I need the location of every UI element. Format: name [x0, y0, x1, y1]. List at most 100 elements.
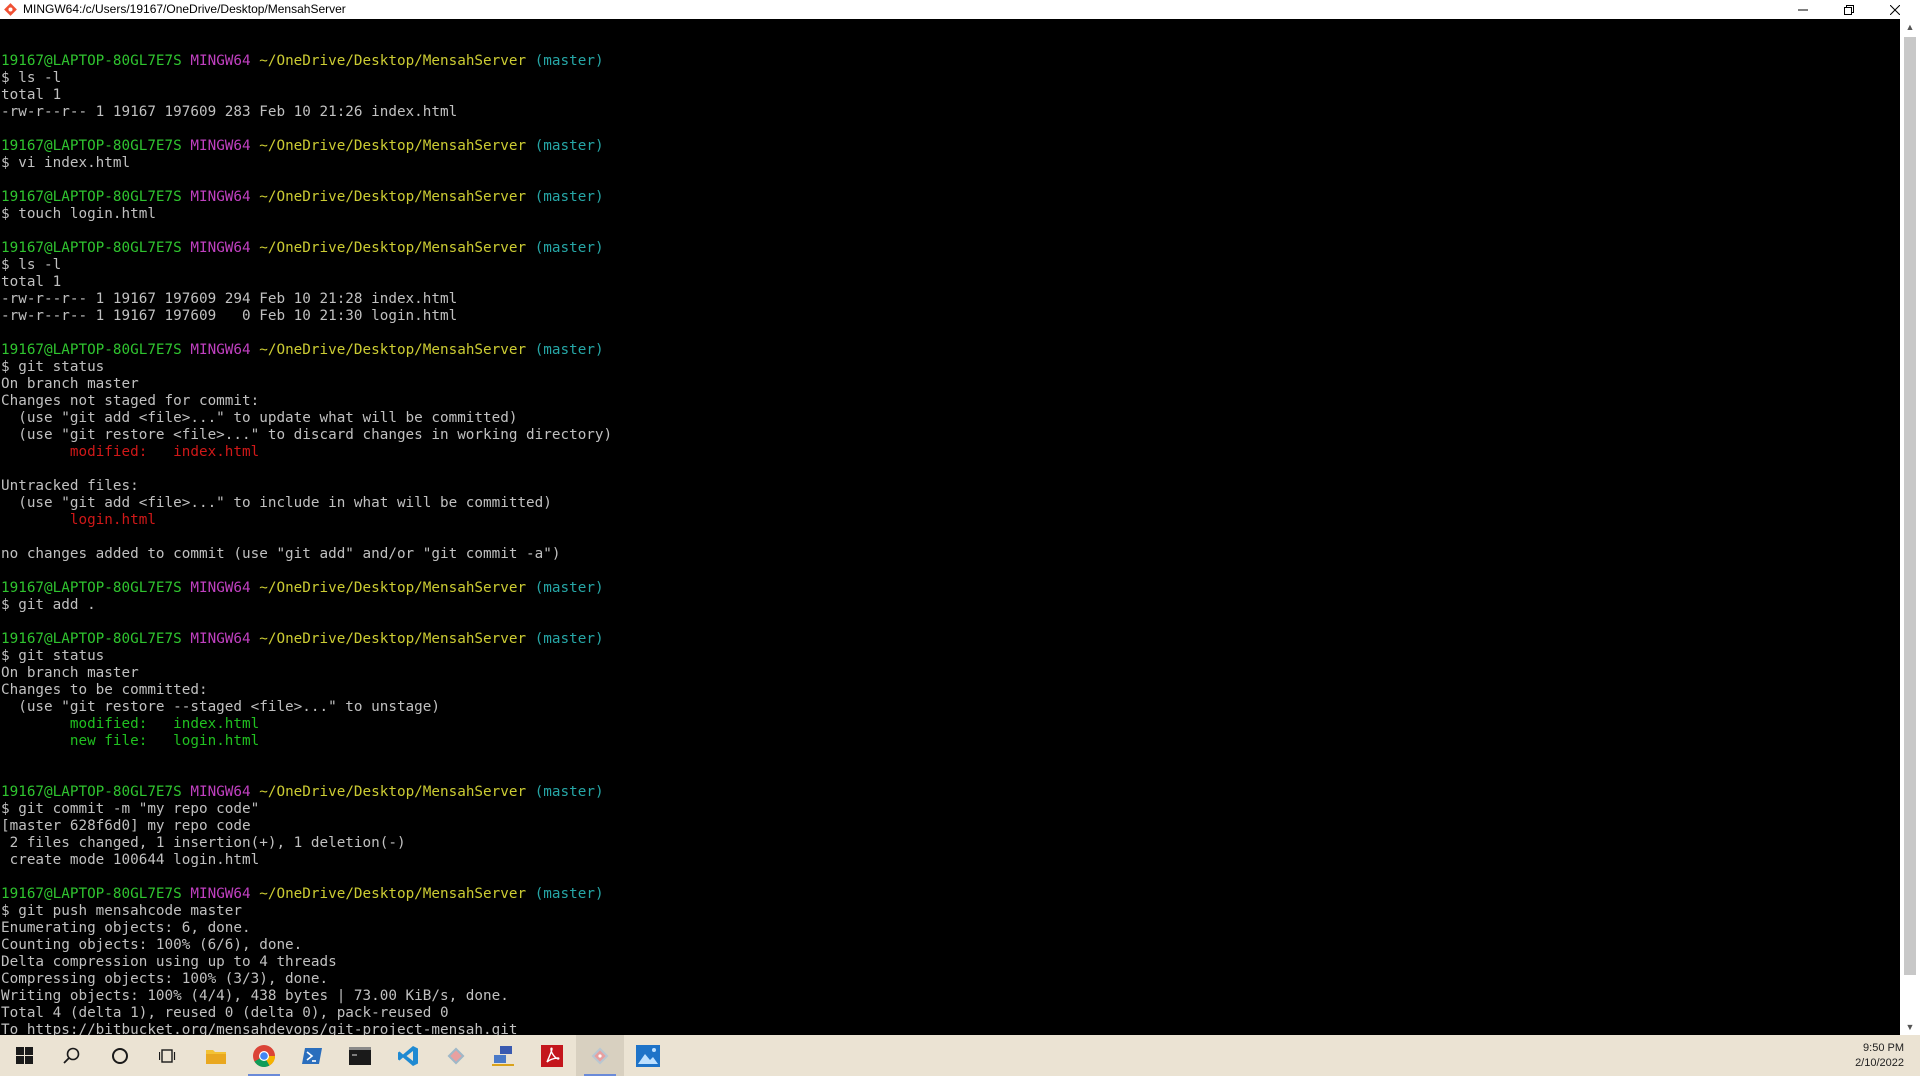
terminal-text: modified: index.html	[69, 716, 260, 732]
file-explorer-button[interactable]	[192, 1035, 240, 1076]
acrobat-button[interactable]	[528, 1035, 576, 1076]
close-icon	[1890, 4, 1900, 15]
scroll-down-icon[interactable]: ▼	[1900, 1019, 1920, 1035]
terminal-text: Changes to be committed:	[1, 682, 208, 698]
terminal-line: $ git push mensahcode master	[1, 903, 612, 920]
terminal-text: 19167@LAPTOP-80GL7E7S	[1, 342, 182, 358]
folder-icon	[206, 1049, 226, 1064]
git-gui-button[interactable]	[432, 1035, 480, 1076]
terminal-line: Untracked files:	[1, 478, 612, 495]
terminal-button[interactable]	[336, 1035, 384, 1076]
taskbar: 9:50 PM 2/10/2022	[0, 1035, 1920, 1076]
terminal-line: $ vi index.html	[1, 155, 612, 172]
powershell-button[interactable]	[288, 1035, 336, 1076]
terminal-text: -rw-r--r-- 1 19167 197609 0 Feb 10 21:30…	[1, 308, 458, 324]
scroll-up-icon[interactable]: ▲	[1900, 19, 1920, 35]
terminal-line: Counting objects: 100% (6/6), done.	[1, 937, 612, 954]
cortana-circle-icon	[112, 1047, 128, 1064]
terminal-line: create mode 100644 login.html	[1, 852, 612, 869]
terminal-text: 19167@LAPTOP-80GL7E7S	[1, 138, 182, 154]
terminal-line: 19167@LAPTOP-80GL7E7S MINGW64 ~/OneDrive…	[1, 886, 612, 903]
search-button[interactable]	[48, 1035, 96, 1076]
terminal-text: Enumerating objects: 6, done.	[1, 920, 251, 936]
scroll-thumb[interactable]	[1904, 37, 1916, 975]
terminal-line: [master 628f6d0] my repo code	[1, 818, 612, 835]
terminal-line: 19167@LAPTOP-80GL7E7S MINGW64 ~/OneDrive…	[1, 631, 612, 648]
photos-button[interactable]	[624, 1035, 672, 1076]
clock-time: 9:50 PM	[1863, 1042, 1904, 1054]
terminal-line: total 1	[1, 87, 612, 104]
minimize-button[interactable]	[1780, 0, 1826, 19]
terminal-text: ~/OneDrive/Desktop/MensahServer	[259, 580, 527, 596]
terminal-text: (use "git add <file>..." to update what …	[1, 410, 518, 426]
task-view-icon	[159, 1048, 176, 1063]
vertical-scrollbar[interactable]: ▲ ▼	[1900, 19, 1920, 1035]
terminal-text: (master)	[534, 53, 604, 69]
terminal-line: -rw-r--r-- 1 19167 197609 0 Feb 10 21:30…	[1, 308, 612, 325]
clock-date: 2/10/2022	[1855, 1057, 1904, 1069]
network-app-button[interactable]	[480, 1035, 528, 1076]
terminal-text: new file: login.html	[69, 733, 260, 749]
terminal-text: (use "git restore <file>..." to discard …	[1, 427, 613, 443]
restore-button[interactable]	[1826, 0, 1872, 19]
system-clock[interactable]: 9:50 PM 2/10/2022	[1855, 1041, 1904, 1071]
chrome-button[interactable]	[240, 1035, 288, 1076]
terminal-text: [master 628f6d0] my repo code	[1, 818, 251, 834]
restore-icon	[1844, 4, 1854, 15]
terminal-line: (use "git add <file>..." to update what …	[1, 410, 612, 427]
terminal-text: ~/OneDrive/Desktop/MensahServer	[259, 138, 527, 154]
terminal-text: (master)	[534, 580, 604, 596]
start-button[interactable]	[0, 1035, 48, 1076]
git-bash-app-icon	[4, 3, 17, 16]
terminal-text: $ ls -l	[1, 257, 62, 273]
vscode-button[interactable]	[384, 1035, 432, 1076]
terminal-text: (master)	[534, 342, 604, 358]
terminal-text: $ touch login.html	[1, 206, 156, 222]
git-bash-button[interactable]	[576, 1035, 624, 1076]
terminal-text: MINGW64	[190, 189, 251, 205]
terminal-text: (use "git add <file>..." to include in w…	[1, 495, 552, 511]
terminal-line: Delta compression using up to 4 threads	[1, 954, 612, 971]
terminal-text: login.html	[69, 512, 156, 528]
terminal-line: (use "git restore --staged <file>..." to…	[1, 699, 612, 716]
terminal-line: 2 files changed, 1 insertion(+), 1 delet…	[1, 835, 612, 852]
terminal-line: -rw-r--r-- 1 19167 197609 283 Feb 10 21:…	[1, 104, 612, 121]
minimize-icon	[1798, 9, 1808, 10]
cortana-button[interactable]	[96, 1035, 144, 1076]
terminal-text: Counting objects: 100% (6/6), done.	[1, 937, 303, 953]
terminal-line: $ ls -l	[1, 70, 612, 87]
terminal-text: $ git status	[1, 648, 105, 664]
terminal-line: $ touch login.html	[1, 206, 612, 223]
terminal-line: no changes added to commit (use "git add…	[1, 546, 612, 563]
terminal-line: 19167@LAPTOP-80GL7E7S MINGW64 ~/OneDrive…	[1, 240, 612, 257]
vscode-icon	[398, 1045, 418, 1066]
terminal-lines: 19167@LAPTOP-80GL7E7S MINGW64 ~/OneDrive…	[1, 36, 612, 1035]
terminal-output[interactable]: 19167@LAPTOP-80GL7E7S MINGW64 ~/OneDrive…	[0, 19, 1900, 1035]
task-view-button[interactable]	[144, 1035, 192, 1076]
terminal-text: MINGW64	[190, 138, 251, 154]
terminal-line: $ git add .	[1, 597, 612, 614]
terminal-text: ~/OneDrive/Desktop/MensahServer	[259, 342, 527, 358]
terminal-text: MINGW64	[190, 784, 251, 800]
terminal-icon	[349, 1046, 371, 1065]
acrobat-icon	[541, 1044, 563, 1067]
close-button[interactable]	[1872, 0, 1918, 19]
